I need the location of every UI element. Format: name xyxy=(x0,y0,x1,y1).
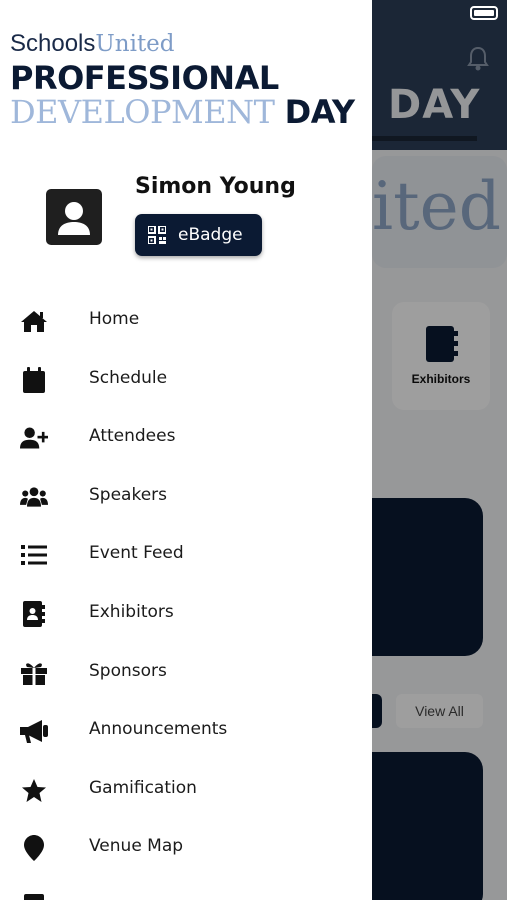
user-name: Simon Young xyxy=(135,174,296,199)
home-icon xyxy=(20,308,48,334)
menu-item-partial[interactable] xyxy=(0,878,372,900)
logo-subtitle-line: DEVELOPMENT DAY xyxy=(10,93,355,131)
menu-item-label: Schedule xyxy=(89,368,168,388)
menu-item-label: Sponsors xyxy=(89,661,167,681)
menu-item-exhibitors[interactable]: Exhibitors xyxy=(0,585,372,643)
star-icon xyxy=(20,777,48,803)
menu-item-sponsors[interactable]: Sponsors xyxy=(0,644,372,702)
logo-brand-line: SchoolsUnited xyxy=(10,30,175,57)
logo-title-line: PROFESSIONAL xyxy=(10,59,279,97)
menu-item-home[interactable]: Home xyxy=(0,292,372,350)
navigation-drawer: SchoolsUnited PROFESSIONAL DEVELOPMENT D… xyxy=(0,0,372,900)
ebadge-button[interactable]: eBadge xyxy=(135,214,262,256)
avatar[interactable] xyxy=(46,189,102,245)
map-pin-icon xyxy=(20,835,48,861)
address-book-icon xyxy=(20,601,48,627)
calendar-icon xyxy=(20,367,48,393)
menu-item-venue-map[interactable]: Venue Map xyxy=(0,819,372,877)
menu-item-label: Speakers xyxy=(89,485,168,505)
battery-icon xyxy=(470,6,498,20)
menu-item-label: Event Feed xyxy=(89,543,184,563)
menu-item-label: Venue Map xyxy=(89,836,184,856)
list-icon xyxy=(20,542,48,568)
menu-item-schedule[interactable]: Schedule xyxy=(0,351,372,409)
menu-item-label: Attendees xyxy=(89,426,176,446)
document-icon xyxy=(20,894,48,900)
menu-item-announcements[interactable]: Announcements xyxy=(0,702,372,760)
qr-code-icon xyxy=(148,226,166,244)
user-silhouette-icon xyxy=(58,202,90,235)
users-icon xyxy=(20,484,48,510)
menu-item-attendees[interactable]: Attendees xyxy=(0,409,372,467)
menu-item-label: Announcements xyxy=(89,719,228,739)
ebadge-label: eBadge xyxy=(178,225,243,245)
user-plus-icon xyxy=(20,425,48,451)
menu-item-gamification[interactable]: Gamification xyxy=(0,761,372,819)
megaphone-icon xyxy=(20,718,48,744)
menu-item-label: Exhibitors xyxy=(89,602,174,622)
menu-item-label: Home xyxy=(89,309,140,329)
profile-section: Simon Young eBadge xyxy=(0,170,372,270)
menu-item-event-feed[interactable]: Event Feed xyxy=(0,526,372,584)
menu-item-speakers[interactable]: Speakers xyxy=(0,468,372,526)
event-logo: SchoolsUnited PROFESSIONAL DEVELOPMENT D… xyxy=(10,30,355,129)
menu-item-label: Gamification xyxy=(89,778,197,798)
gift-icon xyxy=(20,660,48,686)
